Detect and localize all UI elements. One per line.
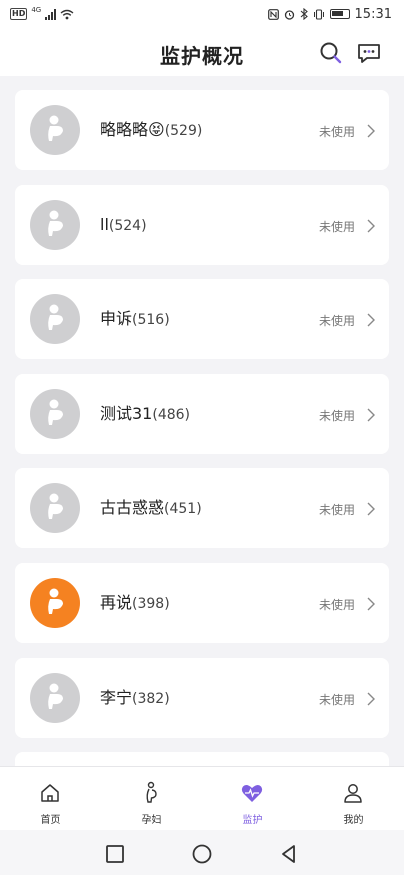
chevron-right-icon (367, 313, 375, 327)
heart-monitor-icon (241, 785, 263, 802)
status-label: 未使用 (318, 503, 355, 518)
tab-pregnant[interactable]: 孕妇 (101, 767, 202, 831)
status-label: 未使用 (318, 597, 355, 612)
patient-name: 测试31(486) (100, 403, 190, 426)
avatar (30, 105, 80, 155)
status-label: 未使用 (318, 692, 355, 707)
avatar (30, 577, 80, 628)
name-text: 申诉 (100, 309, 133, 329)
list-item[interactable]: 申诉(516) 未使用 (15, 279, 389, 360)
clock: 15:31 (354, 6, 392, 22)
id-count: (398) (132, 595, 170, 612)
pregnant-woman-icon (146, 781, 157, 803)
monitor-list: 略略略😝(529) 未使用 ll(524) 未使用 申诉(516) 未使用 测试31(486… (15, 90, 389, 767)
status-label: 未使用 (318, 314, 355, 329)
alarm-icon (284, 9, 294, 20)
list-item[interactable]: 李宁(382) 未使用 (15, 657, 389, 738)
status-label: 未使用 (318, 125, 355, 139)
tab-mine[interactable]: 我的 (303, 767, 404, 831)
id-count: (382) (132, 690, 170, 707)
tab-label: 首页 (40, 815, 61, 826)
name-text: 古古惑惑 (100, 498, 165, 518)
chevron-right-icon (367, 692, 375, 706)
chevron-right-icon (367, 219, 375, 233)
id-count: (486) (152, 406, 191, 423)
person-icon (344, 784, 362, 803)
id-count: (524) (108, 217, 147, 234)
tab-label: 我的 (343, 815, 364, 826)
patient-name: 略略略😝(529) (100, 119, 202, 142)
nfc-icon (267, 8, 279, 20)
list-item[interactable]: 测试31(486) 未使用 (15, 373, 389, 454)
list-item-partial[interactable] (15, 752, 389, 767)
bottom-tab-bar: 首页 孕妇 监护 我的 (0, 766, 404, 830)
system-nav-bar (0, 830, 404, 875)
patient-name: 李宁(382) (100, 687, 170, 710)
status-left: HD 4G (10, 6, 74, 20)
id-count: (529) (164, 123, 203, 139)
patient-name: 申诉(516) (100, 308, 170, 331)
vibrate-icon (313, 8, 324, 20)
list-item[interactable]: ll(524) 未使用 (15, 184, 389, 265)
name-text: 测试31 (100, 403, 153, 423)
battery-icon (329, 9, 350, 19)
chevron-right-icon (367, 597, 375, 611)
status-label: 未使用 (318, 219, 355, 234)
status-right: 15:31 (267, 6, 392, 22)
avatar (30, 199, 80, 250)
chevron-right-icon (367, 124, 375, 138)
status-bar: HD 4G 15:31 (0, 0, 404, 28)
chevron-right-icon (367, 408, 375, 422)
name-text: 略略略😝 (100, 120, 165, 139)
back-button[interactable] (278, 843, 300, 865)
name-text: 李宁 (100, 687, 133, 707)
list-item[interactable]: 再说(398) 未使用 (15, 562, 389, 643)
message-icon[interactable] (356, 40, 382, 66)
home-icon (41, 784, 59, 802)
list-item[interactable]: 略略略😝(529) 未使用 (15, 90, 389, 170)
avatar (30, 483, 80, 534)
tab-label: 孕妇 (141, 815, 162, 826)
signal-icon (45, 8, 57, 20)
avatar (30, 388, 80, 439)
list-item[interactable]: 古古惑惑(451) 未使用 (15, 468, 389, 549)
avatar (30, 672, 80, 723)
home-button[interactable] (191, 843, 213, 865)
chevron-right-icon (367, 502, 375, 516)
id-count: (451) (164, 501, 202, 518)
search-icon[interactable] (318, 40, 344, 66)
recent-apps-button[interactable] (104, 843, 126, 865)
tab-label: 监护 (242, 815, 263, 826)
patient-name: ll(524) (100, 214, 147, 237)
bluetooth-icon (300, 8, 308, 20)
patient-name: 古古惑惑(451) (100, 497, 202, 520)
patient-name: 再说(398) (100, 592, 170, 615)
tab-monitor[interactable]: 监护 (202, 767, 303, 831)
name-text: 再说 (100, 592, 133, 612)
hd-badge: HD (10, 8, 28, 20)
avatar (30, 294, 80, 345)
app-header: 监护概况 (0, 28, 404, 76)
id-count: (516) (132, 312, 170, 329)
name-text: ll (100, 214, 109, 234)
wifi-icon (60, 9, 74, 19)
network-type: 4G (31, 6, 42, 14)
tab-home[interactable]: 首页 (0, 767, 101, 831)
status-label: 未使用 (318, 408, 355, 423)
